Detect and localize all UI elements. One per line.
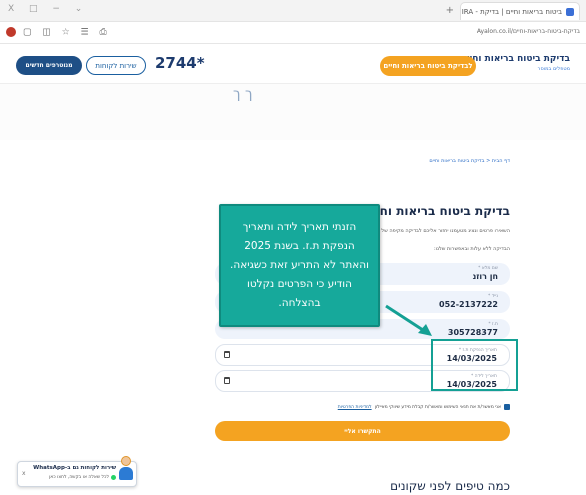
brand-title: בדיקת ביטוח בריאות וחיים — [460, 54, 570, 64]
url-field[interactable]: Ayalon.co.il/בדיקת-ביטוח-בריאות-וחיים — [477, 28, 580, 35]
address-bar: ▢ ◫ ☆ ☰ ⎙ Ayalon.co.il/בדיקת-ביטוח-בריאו… — [0, 22, 586, 44]
annotation-callout: הזנתי תאריך לידה ותאריך הנפקת ת.ז. בשנת … — [219, 204, 380, 327]
phone-label: נייד * — [488, 294, 498, 299]
extension-icons[interactable]: ▢ ◫ ☆ ☰ ⎙ — [6, 27, 111, 38]
id-number-value: 305728377 — [447, 328, 498, 337]
hero-strip: ך ך — [0, 84, 586, 140]
calendar-icon[interactable] — [224, 377, 230, 384]
full-name-label: שם מלא * — [478, 266, 498, 271]
consent-row: אני מאשר/ת את תנאי השימוש ומאשר/ת קבלת מ… — [215, 404, 510, 410]
form-title: בדיקת ביטוח בריאות וחיים — [364, 204, 510, 218]
phone-number[interactable]: 2744* — [155, 54, 205, 72]
whatsapp-subtitle-row: לכל שאלה או בקשה, לחצו כאן — [49, 475, 116, 480]
whatsapp-icon — [111, 475, 116, 480]
whatsapp-close-icon[interactable]: x — [22, 470, 26, 477]
profile-avatar-icon[interactable] — [6, 27, 16, 37]
consent-checkbox[interactable] — [504, 404, 510, 410]
phone-value: 052-2137222 — [439, 300, 498, 309]
tab-title: ביטוח בריאות וחיים | בדיקת - IRA — [461, 7, 562, 16]
form-instruction: הבדיקה ללא עלות ובאפשרות שלנו: — [434, 246, 510, 252]
id-number-label: ת.ז * — [488, 322, 498, 327]
privacy-policy-link[interactable]: למדיניות הפרטיות — [338, 405, 372, 410]
brand-subtitle: מטפלים במוסר — [537, 66, 570, 72]
site-header: בדיקת ביטוח בריאות וחיים מטפלים במוסר לב… — [0, 44, 586, 84]
browser-tab-bar: X □ − ⌄ + ביטוח בריאות וחיים | בדיקת - I… — [0, 0, 586, 22]
browser-tab[interactable]: ביטוח בריאות וחיים | בדיקת - IRA x — [460, 2, 580, 20]
customer-service-button[interactable]: שירות לקוחות — [86, 56, 146, 75]
header-cta-button[interactable]: לבדיקת ביטוח בריאות וחיים — [380, 56, 476, 76]
agent-avatar-icon — [118, 456, 134, 482]
brand-logo[interactable]: בדיקת ביטוח בריאות וחיים מטפלים במוסר — [461, 54, 570, 72]
whatsapp-subtitle: לכל שאלה או בקשה, לחצו כאן — [49, 475, 109, 480]
whatsapp-widget[interactable]: שירות לקוחות גם ב-WhatsApp לכל שאלה או ב… — [17, 456, 137, 487]
breadcrumb[interactable]: דף הבית < בדיקת ביטוח בריאות וחיים — [429, 158, 510, 164]
favicon-icon — [566, 7, 574, 16]
new-tab-button[interactable]: + — [446, 5, 454, 16]
hero-decoration: ך ך — [233, 86, 253, 102]
submit-button[interactable]: התקשרו אליי — [215, 421, 510, 441]
annotation-highlight-box — [431, 339, 518, 391]
annotation-text: הזנתי תאריך לידה ותאריך הנפקת ת.ז. בשנת … — [230, 221, 369, 309]
window-controls[interactable]: X □ − ⌄ — [8, 4, 88, 14]
consent-text: אני מאשר/ת את תנאי השימוש ומאשר/ת קבלת מ… — [374, 404, 501, 410]
full-name-value: חן רוזנ — [472, 272, 498, 281]
tips-heading: כמה טיפים לפני שקונים — [390, 479, 510, 493]
whatsapp-title: שירות לקוחות גם ב-WhatsApp — [33, 465, 116, 471]
calendar-icon[interactable] — [224, 351, 230, 358]
annotation-arrow-icon — [385, 304, 432, 336]
new-clients-button[interactable]: מנוטרפים חדשים — [16, 56, 82, 75]
